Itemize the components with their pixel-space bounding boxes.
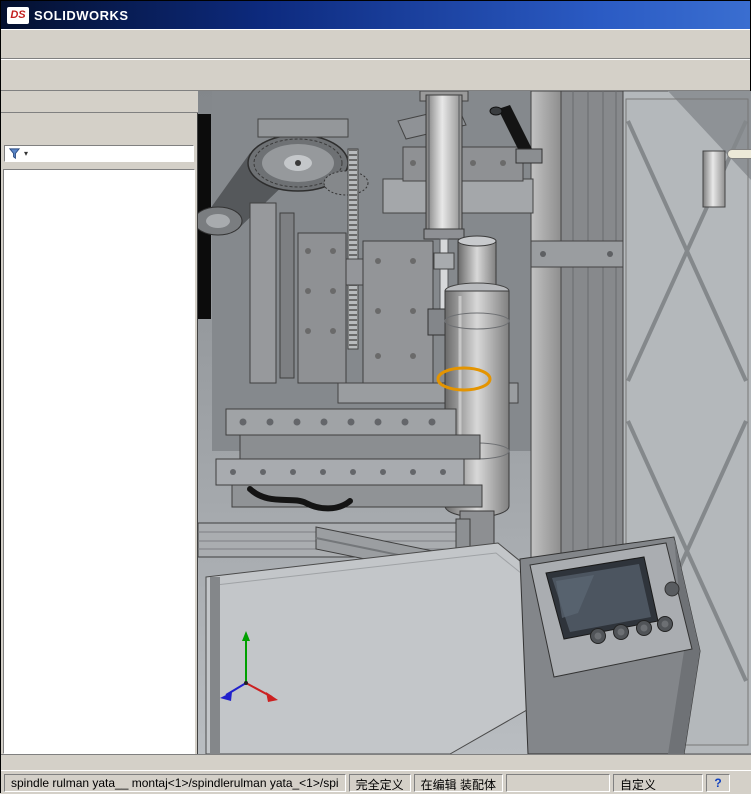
command-manager-tabs bbox=[1, 91, 198, 113]
resize-grip[interactable] bbox=[733, 774, 749, 792]
feature-tree bbox=[3, 169, 195, 754]
filter-funnel-icon bbox=[8, 147, 21, 160]
toolbar-row-2 bbox=[1, 59, 750, 91]
title-bar: DS SOLIDWORKS bbox=[1, 1, 750, 29]
document-tab-bar bbox=[1, 754, 751, 770]
status-custom-dropdown[interactable]: 自定义 bbox=[613, 774, 703, 792]
solidworks-logo: DS SOLIDWORKS bbox=[5, 7, 135, 24]
toolbar-row-1 bbox=[1, 29, 750, 59]
app-title: SOLIDWORKS bbox=[34, 8, 129, 23]
graphics-viewport[interactable] bbox=[198, 91, 751, 754]
filter-caret-icon[interactable]: ▾ bbox=[24, 149, 28, 158]
feature-manager-panel: ▾ bbox=[1, 113, 198, 754]
status-bar: spindle rulman yata__ montaj<1>/spindler… bbox=[1, 770, 751, 794]
control-panel[interactable] bbox=[520, 537, 700, 754]
panel-tab-strip bbox=[1, 113, 197, 143]
status-define-state: 完全定义 bbox=[349, 774, 411, 792]
tree-filter-row: ▾ bbox=[1, 143, 197, 165]
spindle-cylinder[interactable] bbox=[445, 236, 509, 563]
tree-filter-input[interactable]: ▾ bbox=[4, 145, 194, 162]
status-edit-state: 在编辑 装配体 bbox=[414, 774, 503, 792]
heads-up-view-toolbar bbox=[198, 97, 751, 117]
machine-3d-model[interactable] bbox=[198, 91, 751, 754]
solidworks-window: { "titlebar": { "logo_mark": "DS", "logo… bbox=[0, 0, 751, 793]
dassault-logo-icon: DS bbox=[7, 7, 29, 24]
status-help-icon[interactable]: ? bbox=[706, 774, 730, 792]
task-pane-strip bbox=[727, 149, 751, 159]
status-message: spindle rulman yata__ montaj<1>/spindler… bbox=[4, 774, 346, 792]
status-spacer bbox=[506, 774, 610, 792]
